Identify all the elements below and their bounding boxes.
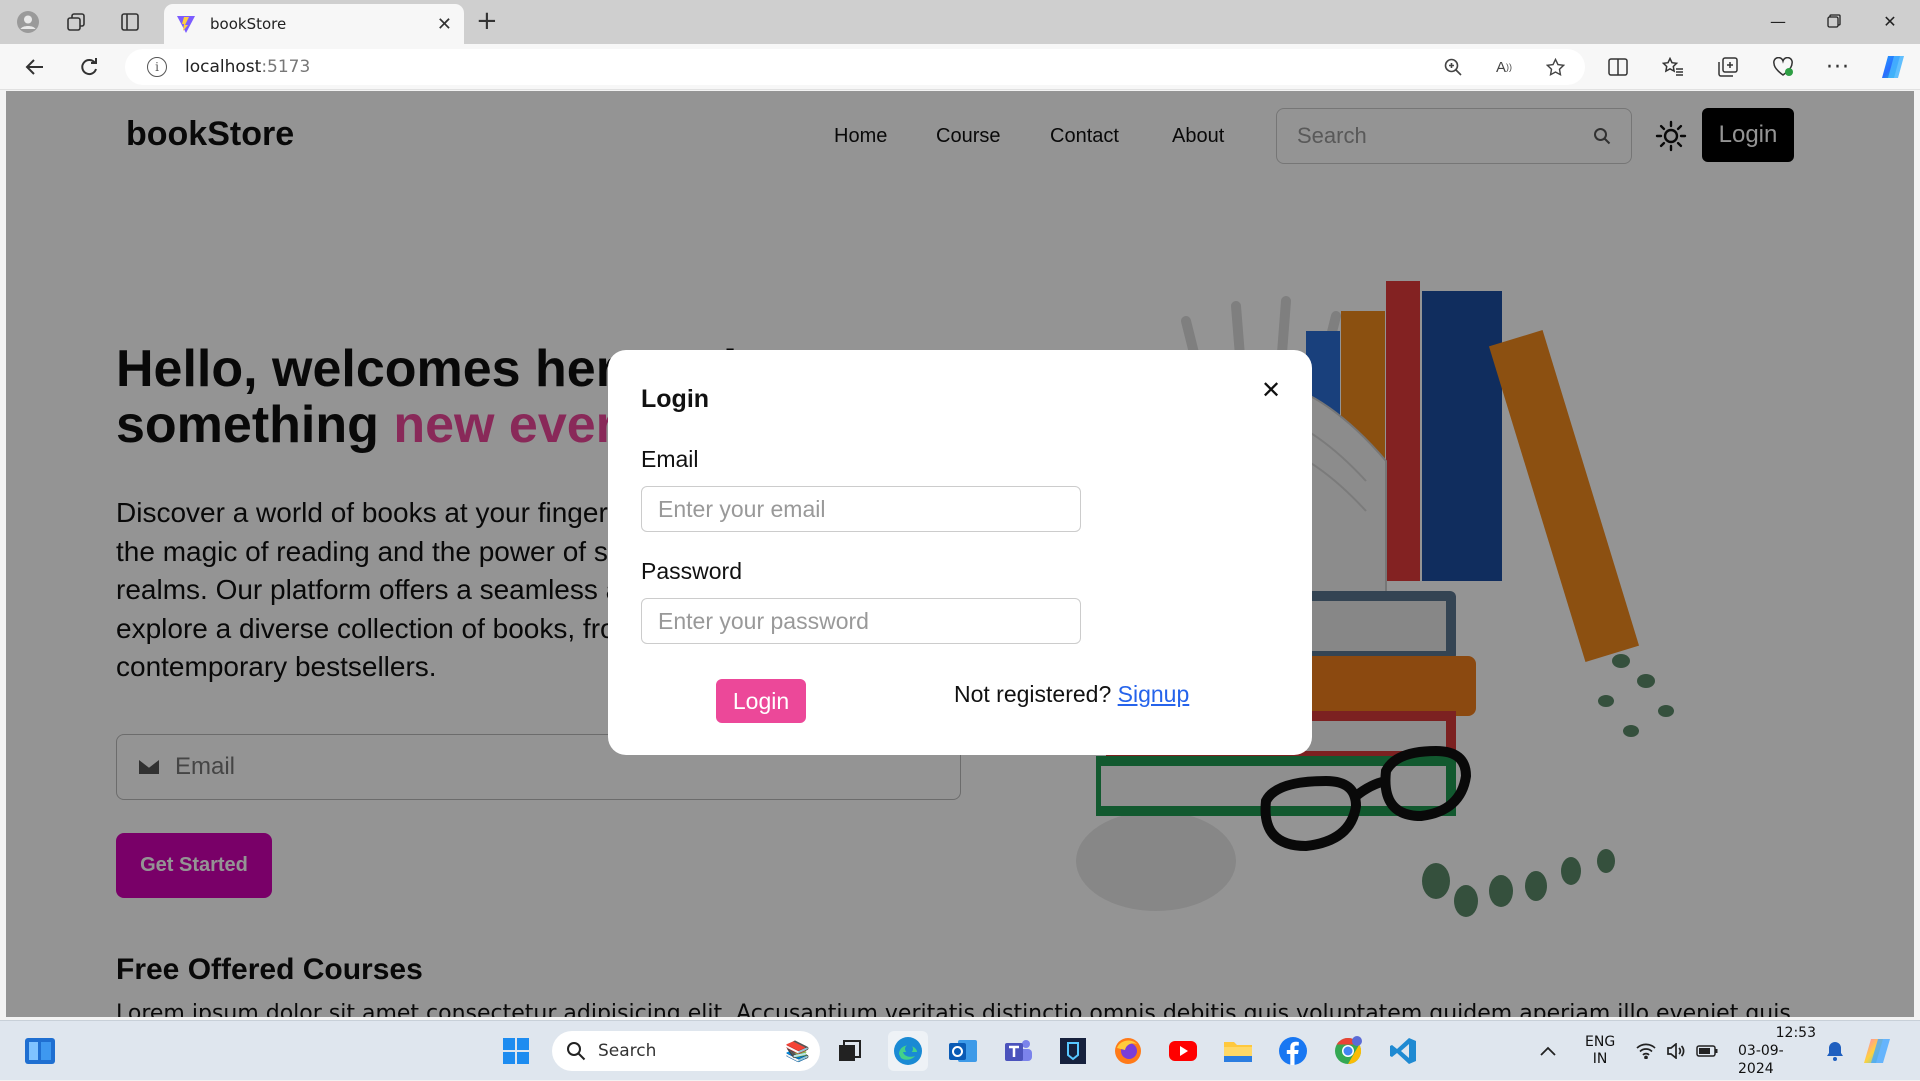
profile-icon[interactable] <box>8 8 48 36</box>
teams-icon[interactable] <box>998 1031 1038 1071</box>
split-screen-icon[interactable] <box>1601 53 1635 81</box>
url-field[interactable]: i localhost:5173 A)) <box>125 49 1585 85</box>
task-view-icon[interactable] <box>830 1031 870 1071</box>
edge-icon[interactable] <box>888 1031 928 1071</box>
email-label: Email <box>641 446 699 472</box>
restore-icon[interactable] <box>1806 8 1862 34</box>
favorite-star-icon[interactable] <box>1540 54 1570 80</box>
outlook-icon[interactable] <box>943 1031 983 1071</box>
modal-title: Login <box>641 385 710 413</box>
file-explorer-icon[interactable] <box>1218 1031 1258 1071</box>
start-windows-icon[interactable] <box>496 1031 536 1071</box>
email-field[interactable] <box>641 486 1081 532</box>
signup-link[interactable]: Signup <box>1118 681 1190 707</box>
read-aloud-icon[interactable]: A)) <box>1489 54 1519 80</box>
site-info-icon[interactable]: i <box>147 57 167 77</box>
web-page: bookStore Home Course Contact About Logi… <box>6 91 1914 1017</box>
widgets-icon[interactable] <box>20 1031 60 1071</box>
chrome-icon[interactable] <box>1328 1031 1368 1071</box>
tab-actions-icon[interactable] <box>110 8 150 36</box>
clock-date: 03-09-2024 <box>1738 1043 1784 1077</box>
copilot-taskbar-icon[interactable] <box>1862 1021 1892 1081</box>
refresh-icon[interactable] <box>72 53 106 81</box>
notification-bell-icon[interactable] <box>1826 1021 1844 1081</box>
zoom-icon[interactable] <box>1438 54 1468 80</box>
register-prompt: Not registered? Signup <box>954 681 1189 708</box>
back-icon[interactable] <box>18 53 52 81</box>
clock-time: 12:53 <box>1775 1025 1816 1041</box>
vscode-icon[interactable] <box>1383 1031 1423 1071</box>
password-label: Password <box>641 558 742 584</box>
vite-favicon-icon <box>177 16 195 33</box>
taskbar-search[interactable]: Search 📚 <box>552 1031 820 1071</box>
firefox-icon[interactable] <box>1108 1031 1148 1071</box>
taskbar-search-label: Search <box>598 1041 657 1061</box>
app-shield-icon[interactable] <box>1053 1031 1093 1071</box>
language-indicator[interactable]: ENG IN <box>1585 1021 1615 1081</box>
language-line2: IN <box>1592 1051 1608 1067</box>
tab-title: bookStore <box>210 15 287 33</box>
taskbar-search-icon <box>567 1042 586 1061</box>
wifi-icon[interactable] <box>1636 1021 1656 1081</box>
volume-icon[interactable] <box>1666 1021 1686 1081</box>
workspaces-icon[interactable] <box>56 8 96 36</box>
close-window-icon[interactable]: ✕ <box>1862 8 1918 34</box>
facebook-icon[interactable] <box>1273 1031 1313 1071</box>
modal-login-button[interactable]: Login <box>716 679 806 723</box>
youtube-icon[interactable] <box>1163 1031 1203 1071</box>
url-host: localhost <box>185 57 262 77</box>
url-port: :5173 <box>261 57 311 77</box>
collections-icon[interactable] <box>1711 53 1745 81</box>
browser-tab-strip: bookStore ✕ + — ✕ <box>0 0 1920 44</box>
close-tab-icon[interactable]: ✕ <box>437 14 452 35</box>
favorites-icon[interactable] <box>1656 53 1690 81</box>
close-icon[interactable]: ✕ <box>1256 375 1286 405</box>
register-prompt-text: Not registered? <box>954 681 1112 707</box>
minimize-icon[interactable]: — <box>1750 8 1806 34</box>
taskbar: Search 📚 ENG IN 12:53 03-09-2024 <box>0 1020 1920 1080</box>
copilot-icon[interactable] <box>1876 53 1910 81</box>
address-bar-row: i localhost:5173 A)) ··· <box>0 44 1920 90</box>
new-tab-icon[interactable]: + <box>476 8 498 34</box>
clock[interactable]: 12:53 03-09-2024 <box>1738 1021 1816 1081</box>
show-hidden-icons-icon[interactable] <box>1540 1021 1556 1081</box>
login-modal: Login ✕ Email Password Login Not registe… <box>608 350 1312 755</box>
battery-icon[interactable] <box>1696 1021 1718 1081</box>
browser-essentials-icon[interactable] <box>1766 53 1800 81</box>
tab-bookstore[interactable]: bookStore ✕ <box>164 4 464 44</box>
more-menu-icon[interactable]: ··· <box>1821 53 1855 81</box>
password-field[interactable] <box>641 598 1081 644</box>
search-highlight-icon: 📚 <box>785 1039 810 1063</box>
language-line1: ENG <box>1585 1034 1616 1050</box>
